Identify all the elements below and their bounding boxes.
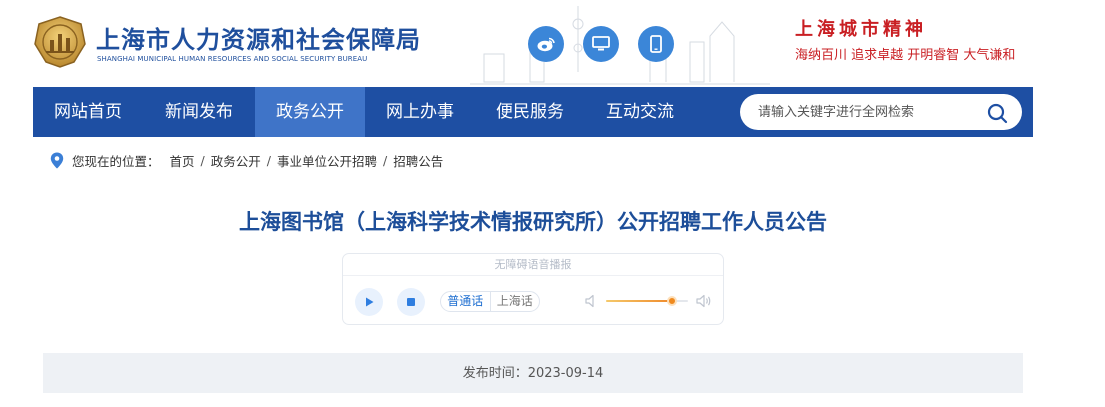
lang-option-mandarin[interactable]: 普通话 <box>441 292 490 311</box>
breadcrumb-separator: / <box>266 152 271 168</box>
nav-item-interaction[interactable]: 互动交流 <box>585 87 695 137</box>
city-spirit-title: 上海城市精神 <box>795 19 927 40</box>
nav-item-government-affairs[interactable]: 政务公开 <box>255 87 365 137</box>
volume-slider-fill <box>606 300 672 302</box>
volume-low-icon <box>585 294 594 308</box>
breadcrumb-item-home[interactable]: 首页 <box>170 151 195 170</box>
city-skyline-illustration <box>470 6 770 85</box>
bureau-logo-icon[interactable] <box>32 14 88 70</box>
nav-item-home[interactable]: 网站首页 <box>33 87 143 137</box>
volume-slider-handle[interactable] <box>666 296 677 306</box>
main-nav: 网站首页 新闻发布 政务公开 网上办事 便民服务 互动交流 <box>33 87 1033 137</box>
stop-button[interactable] <box>397 288 425 316</box>
language-switch: 普通话 上海话 <box>440 291 540 312</box>
publish-info-bar: 发布时间：2023-09-14 <box>43 353 1023 393</box>
nav-item-online-services[interactable]: 网上办事 <box>365 87 475 137</box>
nav-item-news[interactable]: 新闻发布 <box>143 87 255 137</box>
breadcrumb-separator: / <box>200 152 205 168</box>
breadcrumb-item-recruitment-notice[interactable]: 招聘公告 <box>393 151 443 170</box>
breadcrumb: 您现在的位置： 首页 / 政务公开 / 事业单位公开招聘 / 招聘公告 <box>50 151 443 169</box>
volume-high-icon <box>696 294 711 308</box>
lang-option-shanghainese[interactable]: 上海话 <box>489 292 540 311</box>
stop-icon <box>407 298 415 306</box>
site-title[interactable]: 上海市人力资源和社会保障局 <box>96 20 421 55</box>
search-icon[interactable] <box>986 102 1008 124</box>
mobile-button[interactable] <box>638 26 674 62</box>
breadcrumb-label: 您现在的位置： <box>72 153 160 169</box>
play-icon <box>366 297 374 307</box>
mobile-icon <box>650 35 662 53</box>
desktop-button[interactable] <box>583 26 619 62</box>
search-input[interactable] <box>758 101 978 123</box>
nav-item-public-services[interactable]: 便民服务 <box>475 87 585 137</box>
play-button[interactable] <box>355 288 383 316</box>
weibo-icon <box>537 37 555 52</box>
volume-slider[interactable] <box>606 296 688 306</box>
audio-player-label: 无障碍语音播报 <box>343 254 723 276</box>
breadcrumb-separator: / <box>383 152 388 168</box>
article-title: 上海图书馆（上海科学技术情报研究所）公开招聘工作人员公告 <box>239 210 827 234</box>
city-spirit-motto: 海纳百川 追求卓越 开明睿智 大气谦和 <box>795 48 1016 63</box>
audio-player: 无障碍语音播报 普通话 上海话 <box>342 253 724 325</box>
publish-date: 发布时间：2023-09-14 <box>462 366 604 381</box>
site-subtitle: SHANGHAI MUNICIPAL HUMAN RESOURCES AND S… <box>97 55 368 63</box>
breadcrumb-item-public-recruitment[interactable]: 事业单位公开招聘 <box>277 151 377 170</box>
site-header: 上海市人力资源和社会保障局 SHANGHAI MUNICIPAL HUMAN R… <box>0 0 1105 87</box>
desktop-icon <box>592 36 610 51</box>
search-box <box>740 94 1022 130</box>
breadcrumb-item-government-affairs[interactable]: 政务公开 <box>211 151 261 170</box>
location-pin-icon <box>50 152 64 168</box>
weibo-button[interactable] <box>528 26 564 62</box>
